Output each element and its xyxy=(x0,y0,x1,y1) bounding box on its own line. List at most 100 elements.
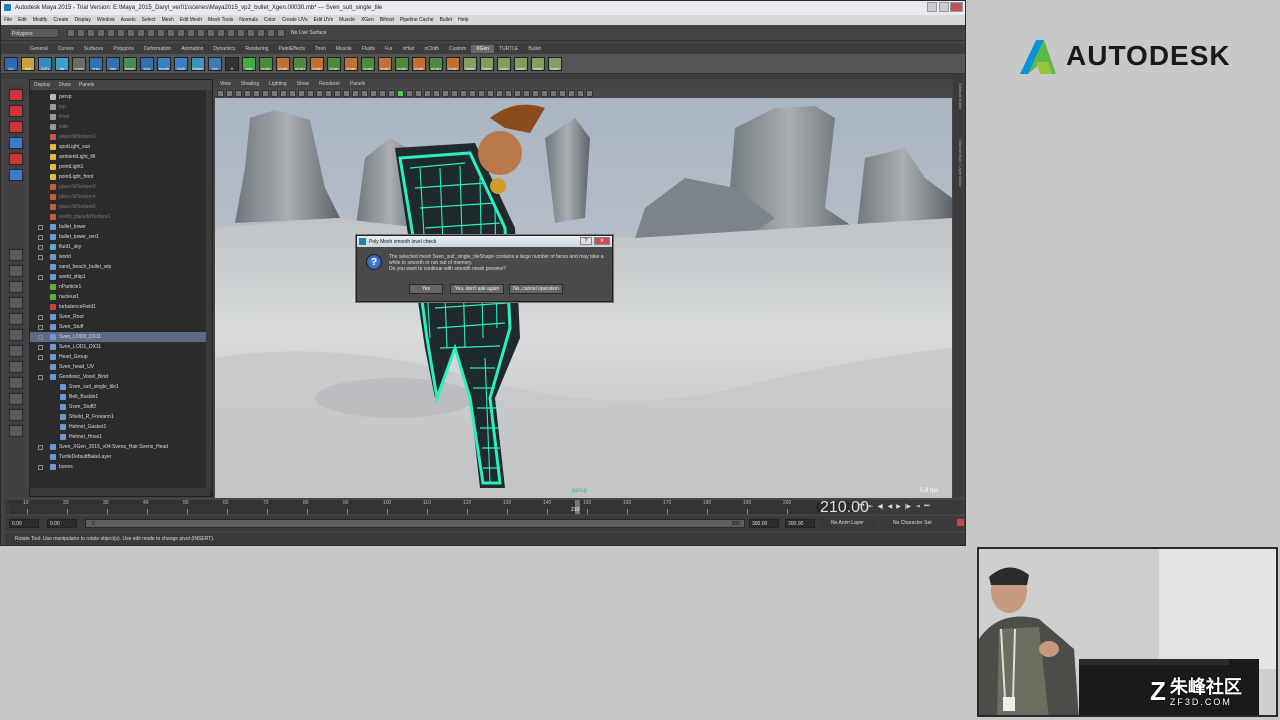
status-tool-icon[interactable] xyxy=(187,28,195,37)
shelf-tab-curves[interactable]: Curves xyxy=(53,45,79,53)
viewport-tool-icon[interactable] xyxy=(451,89,458,97)
toolbox-layout-icon[interactable] xyxy=(9,329,23,341)
toolbox-layout-icon[interactable] xyxy=(9,249,23,261)
viewport-tool-icon[interactable] xyxy=(478,89,485,97)
menu-select[interactable]: Select xyxy=(139,17,159,23)
shelf-uv-icon[interactable]: UV xyxy=(4,56,18,71)
menu-modify[interactable]: Modify xyxy=(30,17,51,23)
viewport-tool-icon[interactable] xyxy=(523,89,530,97)
shelf-tab-dynamics[interactable]: Dynamics xyxy=(208,45,240,53)
shelf-chain-icon[interactable]: chain xyxy=(395,56,409,71)
status-tool-icon[interactable] xyxy=(247,28,255,37)
viewport-tool-icon[interactable] xyxy=(244,89,251,97)
live-surface-label[interactable]: No Live Surface xyxy=(291,30,327,36)
maximize-button[interactable] xyxy=(939,2,949,12)
viewport-tool-icon[interactable] xyxy=(532,89,539,97)
viewport-menu-show[interactable]: Show xyxy=(292,81,315,87)
shelf-tab-surfaces[interactable]: Surfaces xyxy=(79,45,109,53)
viewport-tool-icon[interactable] xyxy=(496,89,503,97)
shelf-bone-icon[interactable]: bone xyxy=(548,56,562,71)
shelf-bone-icon[interactable]: bone xyxy=(531,56,545,71)
outliner-item[interactable]: side xyxy=(30,122,212,132)
menu-muscle[interactable]: Muscle xyxy=(336,17,358,23)
toolbox-layout-icon[interactable] xyxy=(9,297,23,309)
menu-edit-mesh[interactable]: Edit Mesh xyxy=(177,17,205,23)
status-tool-icon[interactable] xyxy=(137,28,145,37)
shelf-tab-polygons[interactable]: Polygons xyxy=(108,45,139,53)
status-tool-icon[interactable] xyxy=(97,28,105,37)
status-tool-icon[interactable] xyxy=(77,28,85,37)
outliner-item[interactable]: Geodesic_Voxel_Bind xyxy=(30,372,212,382)
viewport-tool-icon[interactable] xyxy=(433,89,440,97)
outliner-item[interactable]: front xyxy=(30,112,212,122)
outliner-item[interactable]: Sven_Stuff2 xyxy=(30,402,212,412)
status-tool-icon[interactable] xyxy=(157,28,165,37)
shelf-eye-icon[interactable]: eye xyxy=(242,56,256,71)
viewport-menu-shading[interactable]: Shading xyxy=(236,81,264,87)
auto-key-icon[interactable] xyxy=(957,519,964,526)
shelf-chain-icon[interactable]: chain xyxy=(446,56,460,71)
shelf-chain-icon[interactable]: chain xyxy=(327,56,341,71)
shelf-x-icon[interactable]: X xyxy=(225,56,239,71)
shelf-hair-icon[interactable]: hair xyxy=(106,56,120,71)
close-button[interactable] xyxy=(950,2,963,12)
shelf-chain-icon[interactable]: chain xyxy=(310,56,324,71)
viewport-tool-icon[interactable] xyxy=(316,89,323,97)
viewport-tool-icon[interactable] xyxy=(235,89,242,97)
expand-icon[interactable] xyxy=(38,444,43,450)
outliner-item[interactable]: Shield_R_Forearm1 xyxy=(30,412,212,422)
shelf-tex-icon[interactable]: tex xyxy=(208,56,222,71)
viewport-tool-icon[interactable] xyxy=(307,89,314,97)
step-back-icon[interactable]: ◀| xyxy=(877,503,883,510)
layout-four-icon[interactable] xyxy=(9,377,23,389)
outliner-item[interactable]: place3dTexture4 xyxy=(30,192,212,202)
viewport-tool-icon[interactable] xyxy=(559,89,566,97)
viewport-tool-icon[interactable] xyxy=(262,89,269,97)
outliner-item[interactable]: Head_Group xyxy=(30,352,212,362)
outliner-menu-display[interactable]: Display xyxy=(30,82,54,88)
viewport-tool-icon[interactable] xyxy=(442,89,449,97)
viewport-menu-lighting[interactable]: Lighting xyxy=(264,81,292,87)
shelf-tab-deformation[interactable]: Deformation xyxy=(139,45,176,53)
shelf-rig-icon[interactable]: rig xyxy=(55,56,69,71)
paint-select-tool-icon[interactable] xyxy=(9,121,23,133)
shelf-bone-icon[interactable]: bone xyxy=(514,56,528,71)
outliner-item[interactable]: place3dTexture1 xyxy=(30,132,212,142)
viewport-tool-icon[interactable] xyxy=(298,89,305,97)
outliner-item[interactable]: TurtleDefaultBakeLayer xyxy=(30,452,212,462)
rotate-tool-icon[interactable] xyxy=(9,153,23,165)
viewport-tool-icon[interactable] xyxy=(352,89,359,97)
expand-icon[interactable] xyxy=(38,244,43,250)
shelf-tab-fluids[interactable]: Fluids xyxy=(357,45,380,53)
go-start-icon[interactable]: ⏮ xyxy=(859,503,864,510)
layout-single-icon[interactable] xyxy=(9,361,23,373)
toolbox-layout-icon[interactable] xyxy=(9,265,23,277)
menu-create-uvs[interactable]: Create UVs xyxy=(279,17,311,23)
shelf-beach-icon[interactable]: beach xyxy=(191,56,205,71)
outliner-vscroll[interactable] xyxy=(206,90,212,490)
outliner-item[interactable]: world xyxy=(30,252,212,262)
outliner-item[interactable]: Sven_LOD0_DX11 xyxy=(30,332,212,342)
viewport-tool-icon[interactable] xyxy=(334,89,341,97)
shelf-tab-bullet[interactable]: Bullet xyxy=(523,45,546,53)
layout-outliner-icon[interactable] xyxy=(9,409,23,421)
menu-assets[interactable]: Assets xyxy=(118,17,139,23)
viewport-menu-panels[interactable]: Panels xyxy=(345,81,370,87)
yes-dont-ask-button[interactable]: Yes, don't ask again xyxy=(450,284,504,294)
viewport-tool-icon[interactable] xyxy=(406,89,413,97)
status-tool-icon[interactable] xyxy=(257,28,265,37)
shelf-tab-general[interactable]: General xyxy=(25,45,53,53)
menu-display[interactable]: Display xyxy=(71,17,93,23)
status-tool-icon[interactable] xyxy=(177,28,185,37)
expand-icon[interactable] xyxy=(38,344,43,350)
viewport-tool-icon[interactable] xyxy=(226,89,233,97)
go-end-icon[interactable]: ⏭ xyxy=(924,503,929,510)
viewport-tool-icon[interactable] xyxy=(361,89,368,97)
yes-button[interactable]: Yes xyxy=(409,284,443,294)
toolbox-layout-icon[interactable] xyxy=(9,345,23,357)
menu-normals[interactable]: Normals xyxy=(236,17,261,23)
shelf-cloth-icon[interactable]: cloth xyxy=(174,56,188,71)
expand-icon[interactable] xyxy=(38,374,43,380)
menu-pipeline-cache[interactable]: Pipeline Cache xyxy=(397,17,437,23)
shelf-tab-fur[interactable]: Fur xyxy=(380,45,398,53)
